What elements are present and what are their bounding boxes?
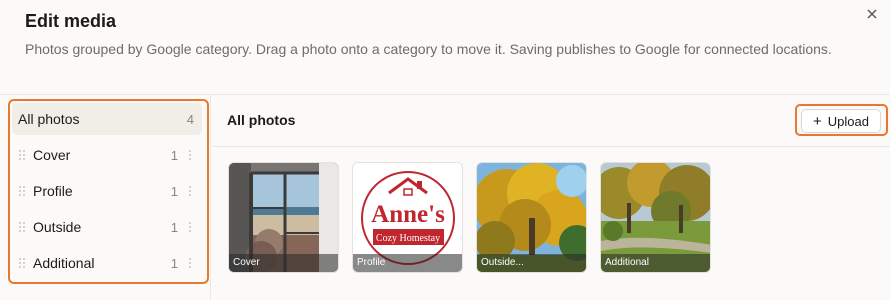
drag-handle-icon[interactable] xyxy=(18,185,26,197)
upload-button[interactable]: + Upload xyxy=(801,109,881,133)
photo-caption: Profile xyxy=(353,254,462,272)
sidebar-item-outside[interactable]: Outside 1 xyxy=(12,211,202,243)
sidebar-item-label: Cover xyxy=(33,147,71,163)
sidebar-item-profile[interactable]: Profile 1 xyxy=(12,175,202,207)
upload-label: Upload xyxy=(827,113,869,129)
sidebar-item-count: 1 xyxy=(170,184,178,199)
sidebar-item-label: Profile xyxy=(33,183,73,199)
drag-handle-icon[interactable] xyxy=(18,257,26,269)
more-vertical-icon[interactable] xyxy=(188,185,192,197)
sidebar-item-cover[interactable]: Cover 1 xyxy=(12,139,202,171)
more-vertical-icon[interactable] xyxy=(188,149,192,161)
sidebar-item-count: 1 xyxy=(170,256,178,271)
logo-text-name: Anne's xyxy=(371,201,445,228)
dialog-description: Photos grouped by Google category. Drag … xyxy=(25,41,832,57)
photo-tile-cover[interactable]: Cover xyxy=(228,162,339,273)
photo-tile-outside[interactable]: Outside... xyxy=(476,162,587,273)
sidebar-item-label: Outside xyxy=(33,219,82,235)
sidebar-item-count: 1 xyxy=(170,148,178,163)
dialog-header: Edit media Photos grouped by Google cate… xyxy=(0,0,890,95)
sidebar-item-all-photos[interactable]: All photos 4 xyxy=(12,103,202,135)
sidebar-item-additional[interactable]: Additional 1 xyxy=(12,247,202,279)
photo-tile-profile[interactable]: Anne's Cozy Homestay Profile xyxy=(352,162,463,273)
more-vertical-icon[interactable] xyxy=(188,221,192,233)
sidebar-item-count: 1 xyxy=(170,220,178,235)
main-divider xyxy=(212,146,890,147)
photo-caption: Outside... xyxy=(477,254,586,272)
sidebar-item-label: Additional xyxy=(33,255,95,271)
photo-tile-additional[interactable]: Additional xyxy=(600,162,711,273)
section-title: All photos xyxy=(227,112,296,128)
more-vertical-icon[interactable] xyxy=(188,257,192,269)
close-icon[interactable] xyxy=(864,6,880,22)
sidebar-item-label: All photos xyxy=(18,111,80,127)
plus-icon: + xyxy=(813,112,822,130)
dialog-title: Edit media xyxy=(25,11,117,31)
drag-handle-icon[interactable] xyxy=(18,149,26,161)
sidebar-item-count: 4 xyxy=(186,112,194,127)
photo-caption: Cover xyxy=(229,254,338,272)
photo-caption: Additional xyxy=(601,254,710,272)
drag-handle-icon[interactable] xyxy=(18,221,26,233)
logo-text-tagline: Cozy Homestay xyxy=(376,233,440,244)
